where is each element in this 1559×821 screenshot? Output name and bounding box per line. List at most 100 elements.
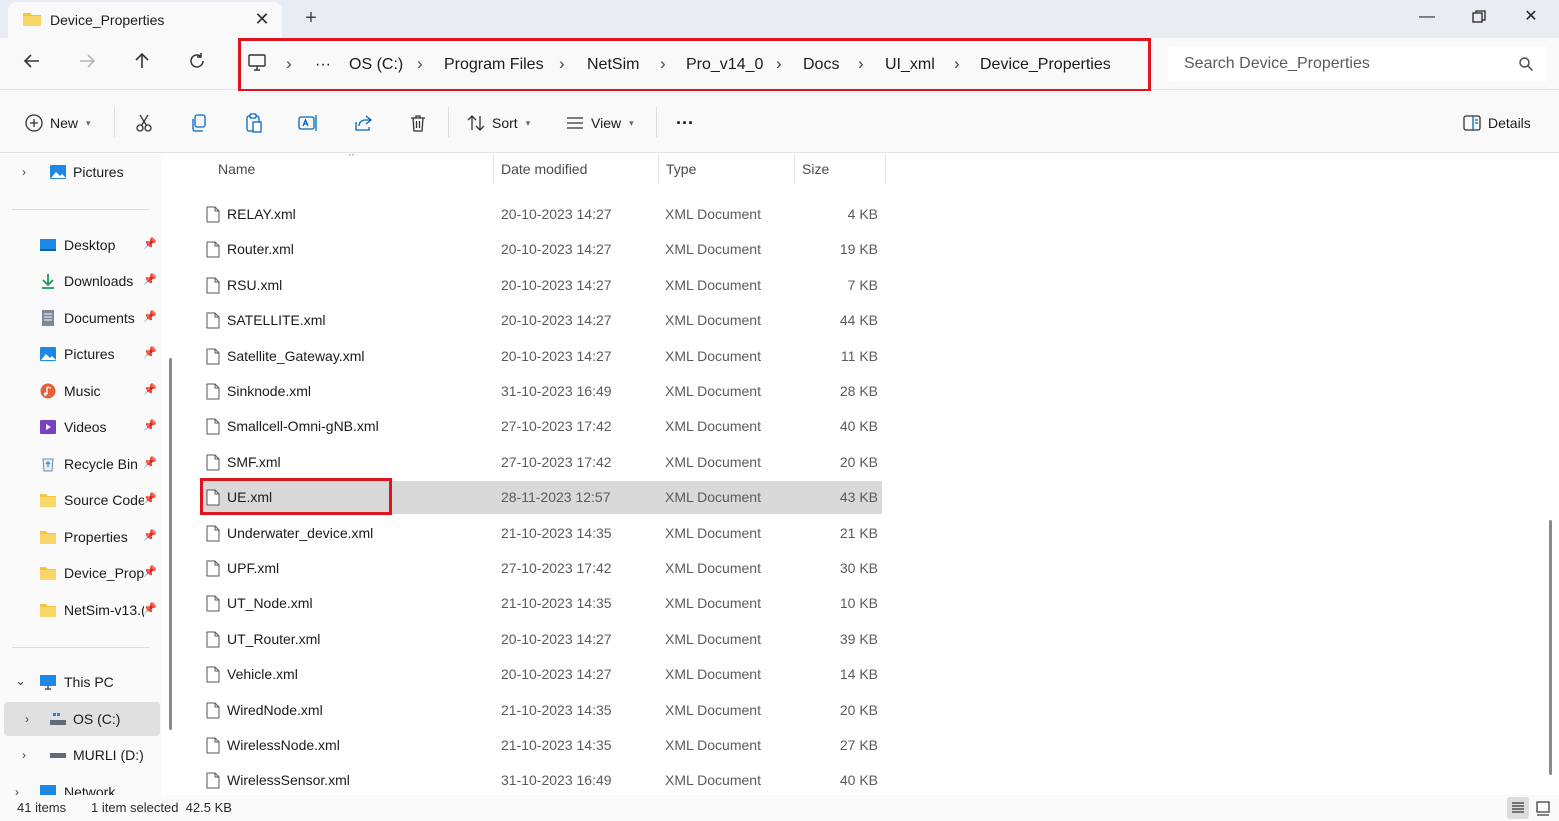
- up-button[interactable]: [128, 52, 156, 76]
- sidebar-item-label: Pictures: [64, 346, 115, 362]
- file-type: XML Document: [665, 418, 761, 434]
- file-date: 21-10-2023 14:35: [501, 595, 612, 611]
- new-tab-button[interactable]: +: [299, 6, 323, 30]
- maximize-button[interactable]: [1462, 4, 1496, 30]
- sidebar-item-network[interactable]: › Network: [0, 775, 160, 795]
- sidebar-item-source-code[interactable]: Source Code 📌: [0, 483, 160, 517]
- file-size: 21 KB: [839, 525, 878, 541]
- file-name: Smallcell-Omni-gNB.xml: [227, 418, 379, 434]
- chevron-right-icon: ›: [22, 165, 26, 179]
- sidebar-item-os-c[interactable]: › OS (C:): [4, 702, 160, 736]
- pin-icon: 📌: [143, 238, 157, 250]
- crumb-netsim[interactable]: NetSim: [587, 56, 639, 74]
- column-divider[interactable]: [885, 154, 886, 184]
- file-name: Satellite_Gateway.xml: [227, 348, 365, 364]
- delete-button[interactable]: [408, 111, 428, 135]
- column-header-size[interactable]: Size: [802, 161, 829, 177]
- table-row[interactable]: RSU.xml 20-10-2023 14:27 XML Document 7 KB: [202, 269, 882, 302]
- file-type: XML Document: [665, 595, 761, 611]
- sidebar-item-videos[interactable]: Videos 📌: [0, 410, 160, 444]
- table-row[interactable]: Smallcell-Omni-gNB.xml 27-10-2023 17:42 XM…: [202, 410, 882, 443]
- minimize-button[interactable]: —: [1410, 4, 1444, 30]
- chevron-right-icon: ›: [25, 712, 29, 726]
- file-date: 20-10-2023 14:27: [501, 277, 612, 293]
- table-row[interactable]: WiredNode.xml 21-10-2023 14:35 XML Documen…: [202, 694, 882, 727]
- forward-button[interactable]: [73, 52, 101, 76]
- sidebar-item-recycle-bin[interactable]: Recycle Bin 📌: [0, 447, 160, 481]
- more-icon: ···: [676, 112, 694, 133]
- pin-icon: 📌: [143, 384, 157, 396]
- file-size: 43 KB: [839, 489, 878, 505]
- column-divider[interactable]: [493, 154, 494, 184]
- refresh-button[interactable]: [183, 52, 211, 76]
- table-row[interactable]: WirelessNode.xml 21-10-2023 14:35 XML Docu…: [202, 729, 882, 762]
- table-row[interactable]: Underwater_device.xml 21-10-2023 14:35 XML…: [202, 517, 882, 550]
- table-row[interactable]: UT_Router.xml 20-10-2023 14:27 XML Documen…: [202, 623, 882, 656]
- table-row[interactable]: UT_Node.xml 21-10-2023 14:35 XML Document 1…: [202, 587, 882, 620]
- breadcrumb-ellipsis[interactable]: ···: [315, 56, 331, 74]
- sidebar-item-properties[interactable]: Properties 📌: [0, 520, 160, 554]
- crumb-program-files[interactable]: Program Files: [444, 56, 544, 74]
- crumb-device-properties[interactable]: Device_Properties: [980, 56, 1111, 74]
- paste-button[interactable]: [244, 111, 264, 135]
- sidebar-item-murli-d[interactable]: › MURLI (D:): [0, 738, 160, 772]
- sort-button[interactable]: Sort ▾: [466, 111, 530, 135]
- sidebar-item-downloads[interactable]: Downloads 📌: [0, 264, 160, 298]
- table-row[interactable]: Router.xml 20-10-2023 14:27 XML Document 19…: [202, 233, 882, 266]
- table-row[interactable]: UPF.xml 27-10-2023 17:42 XML Document 30 KB: [202, 552, 882, 585]
- downloads-icon: [42, 274, 54, 289]
- xml-file-icon: [206, 631, 220, 648]
- table-row[interactable]: Sinknode.xml 31-10-2023 16:49 XML Document…: [202, 375, 882, 408]
- sidebar-item-this-pc[interactable]: ⌄ This PC: [0, 665, 160, 699]
- sidebar-item-netsim-v13[interactable]: NetSim-v13.( 📌: [0, 593, 160, 627]
- details-button[interactable]: Details: [1462, 111, 1531, 135]
- tab-device-properties[interactable]: Device_Properties ✕: [8, 2, 282, 38]
- new-button[interactable]: New ▾: [24, 111, 91, 135]
- column-header-type[interactable]: Type: [666, 161, 696, 177]
- copy-button[interactable]: [189, 111, 209, 135]
- close-tab-icon[interactable]: ✕: [251, 8, 273, 30]
- file-size: 30 KB: [839, 560, 878, 576]
- column-divider[interactable]: [658, 154, 659, 184]
- sidebar-item-label: Documents: [64, 310, 135, 326]
- file-list-scrollbar[interactable]: [1549, 520, 1552, 775]
- file-date: 27-10-2023 17:42: [501, 418, 612, 434]
- close-window-button[interactable]: ✕: [1514, 4, 1548, 30]
- pictures-icon: [50, 165, 66, 179]
- breadcrumb[interactable]: › ··· OS (C:) › Program Files › NetSim ›…: [238, 38, 1151, 92]
- sidebar-item-pictures[interactable]: Pictures 📌: [0, 337, 160, 371]
- table-row[interactable]: WirelessSensor.xml 31-10-2023 16:49 XML Do…: [202, 764, 882, 795]
- pin-icon: 📌: [143, 347, 157, 359]
- crumb-ui-xml[interactable]: UI_xml: [885, 56, 935, 74]
- share-button[interactable]: [353, 111, 373, 135]
- table-row[interactable]: SMF.xml 27-10-2023 17:42 XML Document 20 KB: [202, 446, 882, 479]
- search-input[interactable]: Search Device_Properties: [1168, 46, 1547, 82]
- table-row[interactable]: RELAY.xml 20-10-2023 14:27 XML Document 4 K…: [202, 198, 882, 231]
- column-header-name[interactable]: Name: [218, 161, 255, 177]
- sidebar-item-device-properties[interactable]: Device_Prope 📌: [0, 556, 160, 590]
- table-row[interactable]: SATELLITE.xml 20-10-2023 14:27 XML Documen…: [202, 304, 882, 337]
- videos-icon: [40, 420, 56, 434]
- tiles-view-button[interactable]: [1532, 797, 1554, 819]
- file-name: Vehicle.xml: [227, 666, 298, 682]
- sidebar-item-pictures-top[interactable]: › Pictures: [0, 155, 160, 189]
- column-header-date[interactable]: Date modified: [501, 161, 587, 177]
- crumb-docs[interactable]: Docs: [803, 56, 839, 74]
- more-options-button[interactable]: ···: [676, 111, 694, 135]
- sidebar-item-documents[interactable]: Documents 📌: [0, 301, 160, 335]
- table-row[interactable]: Vehicle.xml 20-10-2023 14:27 XML Document 1…: [202, 658, 882, 691]
- sidebar-item-music[interactable]: Music 📌: [0, 374, 160, 408]
- sidebar-scrollbar[interactable]: [169, 358, 172, 730]
- details-view-button[interactable]: [1507, 797, 1529, 819]
- column-divider[interactable]: [794, 154, 795, 184]
- view-button[interactable]: View ▾: [565, 111, 634, 135]
- rename-button[interactable]: [298, 111, 318, 135]
- crumb-pro-v14[interactable]: Pro_v14_0: [686, 56, 763, 74]
- arrow-left-icon: [23, 54, 39, 68]
- table-row[interactable]: Satellite_Gateway.xml 20-10-2023 14:27 XML…: [202, 340, 882, 373]
- file-date: 27-10-2023 17:42: [501, 454, 612, 470]
- crumb-os-c[interactable]: OS (C:): [349, 56, 403, 74]
- back-button[interactable]: [18, 52, 46, 76]
- sidebar-item-desktop[interactable]: Desktop 📌: [0, 228, 160, 262]
- cut-button[interactable]: [134, 111, 154, 135]
